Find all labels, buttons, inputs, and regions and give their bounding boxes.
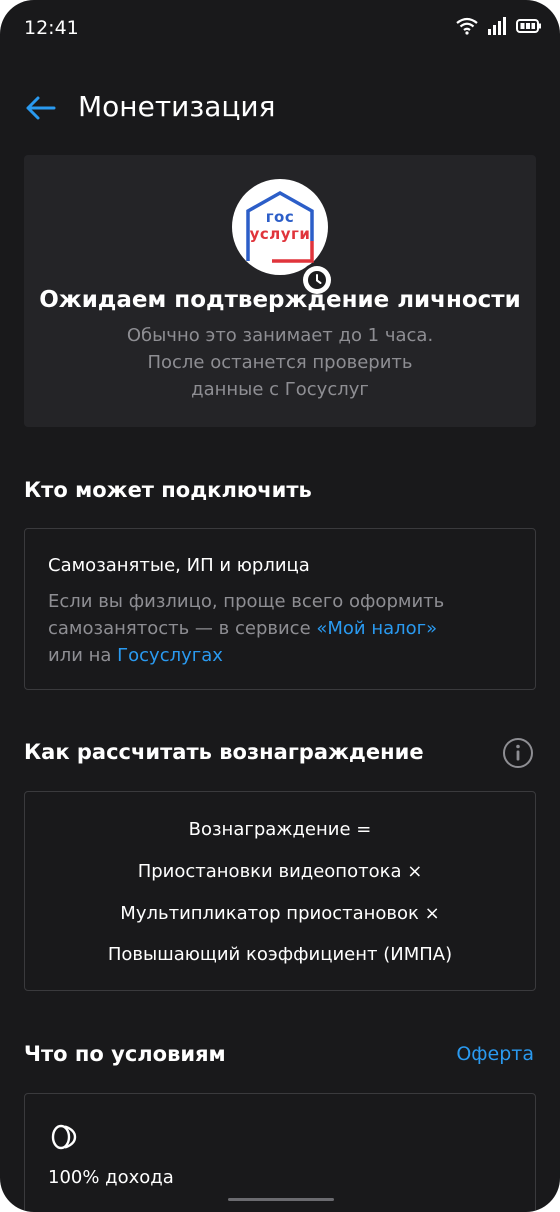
reward-formula-card: Вознаграждение = Приостановки видеопоток… [24, 791, 536, 991]
formula-line: Повышающий коэффициент (ИМПА) [107, 944, 453, 965]
page-title: Монетизация [78, 90, 276, 123]
formula-line: Мультипликатор приостановок × [120, 903, 440, 924]
my-tax-link[interactable]: «Мой налог» [316, 618, 437, 639]
reward-calculation-heading: Как рассчитать вознаграждение [24, 740, 424, 764]
verification-description: Обычно это занимает до 1 часа. После ост… [24, 322, 536, 403]
eligibility-text: Если вы физлицо, проще всего оформить са… [48, 588, 518, 669]
screen: 12:41 Монетизация гос услуги Ожидаем под… [0, 0, 560, 1212]
verification-status-card: гос услуги Ожидаем подтверждение личност… [24, 155, 536, 427]
back-arrow-icon [26, 96, 56, 120]
description-line: После останется проверить [147, 352, 413, 373]
offer-link[interactable]: Оферта [456, 1043, 534, 1065]
home-indicator[interactable] [228, 1198, 334, 1201]
gosuslugi-logo: гос услуги [232, 179, 328, 275]
coin-icon [51, 1124, 77, 1150]
formula-line: Вознаграждение = [188, 819, 372, 840]
gosuslugi-link[interactable]: Госуслугах [117, 645, 223, 666]
app-bar: Монетизация [0, 80, 560, 136]
description-line: данные с Госуслуг [191, 379, 369, 400]
who-can-connect-heading: Кто может подключить [24, 478, 312, 502]
info-button[interactable] [502, 737, 534, 769]
eligibility-title: Самозанятые, ИП и юрлица [48, 555, 310, 576]
verification-title: Ожидаем подтверждение личности [39, 287, 521, 313]
status-bar: 12:41 [0, 0, 560, 60]
status-time: 12:41 [24, 17, 79, 39]
back-button[interactable] [22, 90, 62, 126]
income-share-text: 100% дохода [48, 1167, 174, 1188]
formula-line: Приостановки видеопотока × [137, 861, 423, 882]
gosuslugi-logo-group: гос услуги [232, 179, 334, 297]
income-condition-card: 100% дохода [24, 1093, 536, 1212]
info-icon [503, 738, 533, 768]
battery-icon [516, 19, 541, 33]
logo-text-gos: гос [265, 208, 295, 226]
signal-icon [488, 17, 506, 35]
eligibility-text-part: или на [48, 645, 118, 666]
eligibility-card: Самозанятые, ИП и юрлица Если вы физлицо… [24, 528, 536, 690]
conditions-heading: Что по условиям [24, 1042, 226, 1066]
wifi-icon [456, 17, 478, 35]
logo-text-uslugi: услуги [249, 225, 311, 243]
description-line: Обычно это занимает до 1 часа. [126, 325, 434, 346]
status-icons [456, 17, 542, 35]
